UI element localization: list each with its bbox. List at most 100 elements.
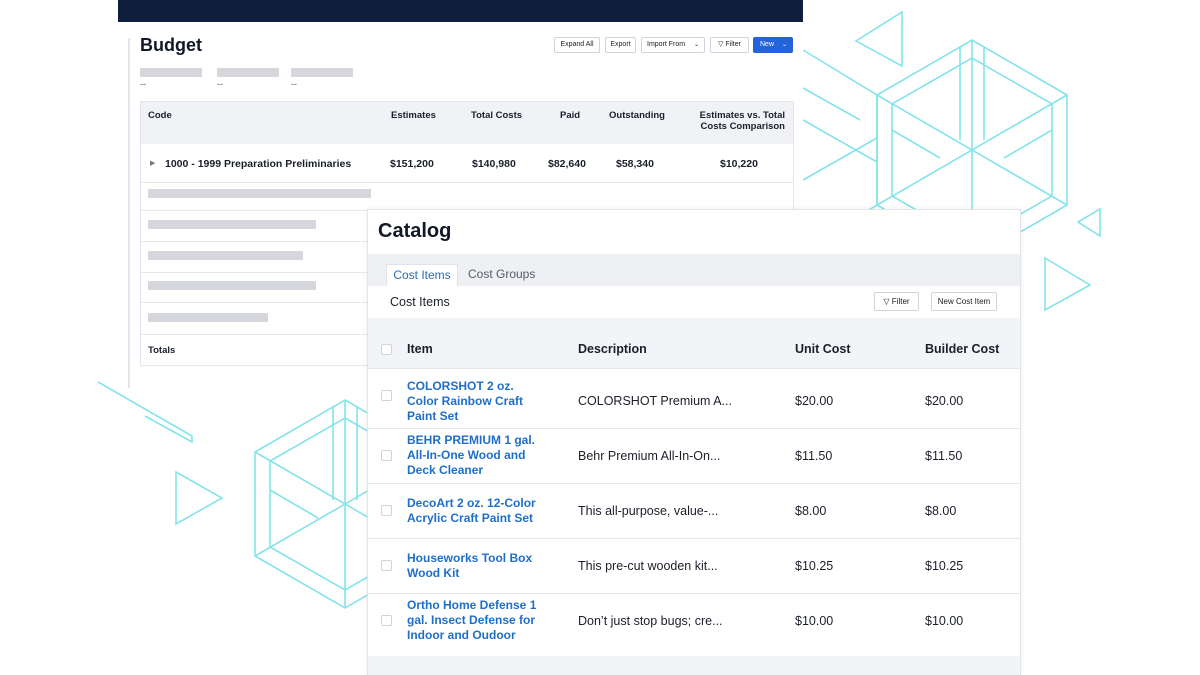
- item-name-line: gal. Insect Defense for: [407, 613, 536, 627]
- item-link[interactable]: Ortho Home Defense 1 gal. Insect Defense…: [407, 598, 557, 643]
- catalog-title: Catalog: [378, 220, 452, 242]
- catalog-filter-label: Filter: [891, 297, 910, 306]
- expand-all-button[interactable]: Expand All: [554, 37, 600, 53]
- tab-bar: [368, 254, 1020, 286]
- loading-placeholder: [148, 189, 371, 198]
- item-name-line: BEHR PREMIUM 1 gal.: [407, 433, 536, 447]
- import-from-dropdown[interactable]: Import From ⌄: [641, 37, 705, 53]
- row-checkbox[interactable]: [381, 615, 392, 626]
- item-unit-cost: $10.00: [795, 614, 834, 628]
- new-label: New: [760, 41, 775, 48]
- loading-placeholder: [148, 313, 268, 322]
- column-header-unit-cost[interactable]: Unit Cost: [795, 342, 851, 356]
- item-description: Don’t just stop bugs; cre...: [578, 614, 723, 628]
- item-unit-cost: $10.25: [795, 559, 834, 573]
- table-row[interactable]: DecoArt 2 oz. 12-Color Acrylic Craft Pai…: [368, 483, 1020, 538]
- item-builder-cost: $10.00: [925, 614, 964, 628]
- filter-icon: ▽: [883, 297, 890, 306]
- row-outstanding: $58,340: [616, 158, 654, 170]
- row-checkbox[interactable]: [381, 560, 392, 571]
- item-builder-cost: $8.00: [925, 504, 957, 518]
- column-header-code[interactable]: Code: [148, 110, 172, 121]
- item-name-line: Color Rainbow Craft: [407, 394, 523, 408]
- tab-cost-groups[interactable]: Cost Groups: [468, 264, 548, 286]
- new-cost-item-button[interactable]: New Cost Item: [931, 292, 997, 311]
- new-button[interactable]: New ⌄: [753, 37, 793, 53]
- table-row[interactable]: COLORSHOT 2 oz. Color Rainbow Craft Pain…: [368, 368, 1020, 423]
- item-link[interactable]: Houseworks Tool Box Wood Kit: [407, 551, 557, 581]
- item-description: This all-purpose, value-...: [578, 504, 719, 518]
- item-name-line: Houseworks Tool Box: [407, 551, 533, 565]
- summary-value: --: [217, 79, 223, 89]
- item-link[interactable]: BEHR PREMIUM 1 gal. All-In-One Wood and …: [407, 433, 557, 478]
- item-name-line: All-In-One Wood and: [407, 448, 526, 462]
- item-name-line: COLORSHOT 2 oz.: [407, 379, 514, 393]
- item-builder-cost: $11.50: [925, 449, 963, 463]
- item-name-line: Paint Set: [407, 409, 459, 423]
- item-link[interactable]: DecoArt 2 oz. 12-Color Acrylic Craft Pai…: [407, 496, 577, 526]
- item-link[interactable]: COLORSHOT 2 oz. Color Rainbow Craft Pain…: [407, 379, 557, 424]
- row-checkbox[interactable]: [381, 390, 392, 401]
- row-total-costs: $140,980: [472, 158, 516, 170]
- table-row[interactable]: BEHR PREMIUM 1 gal. All-In-One Wood and …: [368, 428, 1020, 483]
- item-unit-cost: $11.50: [795, 449, 833, 463]
- item-name-line: Acrylic Craft Paint Set: [407, 511, 534, 525]
- cost-items-table-header: [368, 318, 1020, 368]
- table-row[interactable]: Ortho Home Defense 1 gal. Insect Defense…: [368, 593, 1020, 653]
- column-header-comparison[interactable]: Estimates vs. Total Costs Comparison: [685, 110, 785, 132]
- item-builder-cost: $10.25: [925, 559, 964, 573]
- table-row[interactable]: Houseworks Tool Box Wood Kit This pre-cu…: [368, 538, 1020, 593]
- item-name-line: Indoor and Oudoor: [407, 628, 516, 642]
- item-description: This pre-cut wooden kit...: [578, 559, 718, 573]
- table-footer: [368, 656, 1020, 675]
- totals-label: Totals: [148, 345, 176, 356]
- loading-placeholder: [148, 251, 303, 260]
- export-button[interactable]: Export: [605, 37, 636, 53]
- cost-code-row[interactable]: 1000 - 1999 Preparation Preliminaries: [165, 158, 351, 170]
- row-checkbox[interactable]: [381, 505, 392, 516]
- item-builder-cost: $20.00: [925, 394, 964, 408]
- summary-value: --: [291, 79, 297, 89]
- item-name-line: Deck Cleaner: [407, 463, 484, 477]
- item-name-line: Wood Kit: [407, 566, 460, 580]
- column-header-total-costs[interactable]: Total Costs: [471, 110, 522, 121]
- summary-label-placeholder: [217, 68, 279, 77]
- item-name-line: DecoArt 2 oz. 12-Color: [407, 496, 536, 510]
- item-unit-cost: $20.00: [795, 394, 834, 408]
- column-header-description[interactable]: Description: [578, 342, 647, 356]
- filter-icon: ▽: [718, 41, 724, 48]
- item-description: COLORSHOT Premium A...: [578, 394, 732, 408]
- row-estimates: $151,200: [390, 158, 434, 170]
- tab-cost-items[interactable]: Cost Items: [386, 264, 458, 286]
- loading-placeholder: [148, 281, 316, 290]
- summary-value: --: [140, 79, 146, 89]
- column-header-paid[interactable]: Paid: [560, 110, 580, 121]
- loading-placeholder: [148, 220, 316, 229]
- cost-items-heading: Cost Items: [390, 295, 450, 309]
- item-name-line: Ortho Home Defense 1: [407, 598, 537, 612]
- filter-button[interactable]: ▽ Filter: [710, 37, 749, 53]
- row-checkbox[interactable]: [381, 450, 392, 461]
- window-left-edge: [128, 38, 130, 388]
- filter-label: Filter: [725, 41, 741, 48]
- summary-label-placeholder: [291, 68, 353, 77]
- catalog-filter-button[interactable]: ▽ Filter: [874, 292, 919, 311]
- row-paid: $82,640: [548, 158, 586, 170]
- column-header-comparison-line1: Estimates vs. Total: [699, 110, 785, 121]
- chevron-down-icon: ⌄: [693, 42, 699, 48]
- row-comparison: $10,220: [720, 158, 758, 170]
- chevron-down-icon: ⌄: [781, 42, 787, 48]
- column-header-outstanding[interactable]: Outstanding: [609, 110, 665, 121]
- item-description: Behr Premium All-In-On...: [578, 449, 721, 463]
- select-all-checkbox[interactable]: [381, 344, 392, 355]
- import-from-label: Import From: [647, 41, 686, 48]
- app-header-bar: [118, 0, 803, 22]
- catalog-panel: Catalog Cost Items Cost Groups Cost Item…: [367, 209, 1021, 675]
- column-header-builder-cost[interactable]: Builder Cost: [925, 342, 999, 356]
- summary-label-placeholder: [140, 68, 202, 77]
- expand-triangle-icon[interactable]: ▶: [150, 159, 155, 167]
- budget-title: Budget: [140, 35, 202, 55]
- column-header-estimates[interactable]: Estimates: [391, 110, 436, 121]
- column-header-item[interactable]: Item: [407, 342, 433, 356]
- row-divider: [141, 182, 793, 183]
